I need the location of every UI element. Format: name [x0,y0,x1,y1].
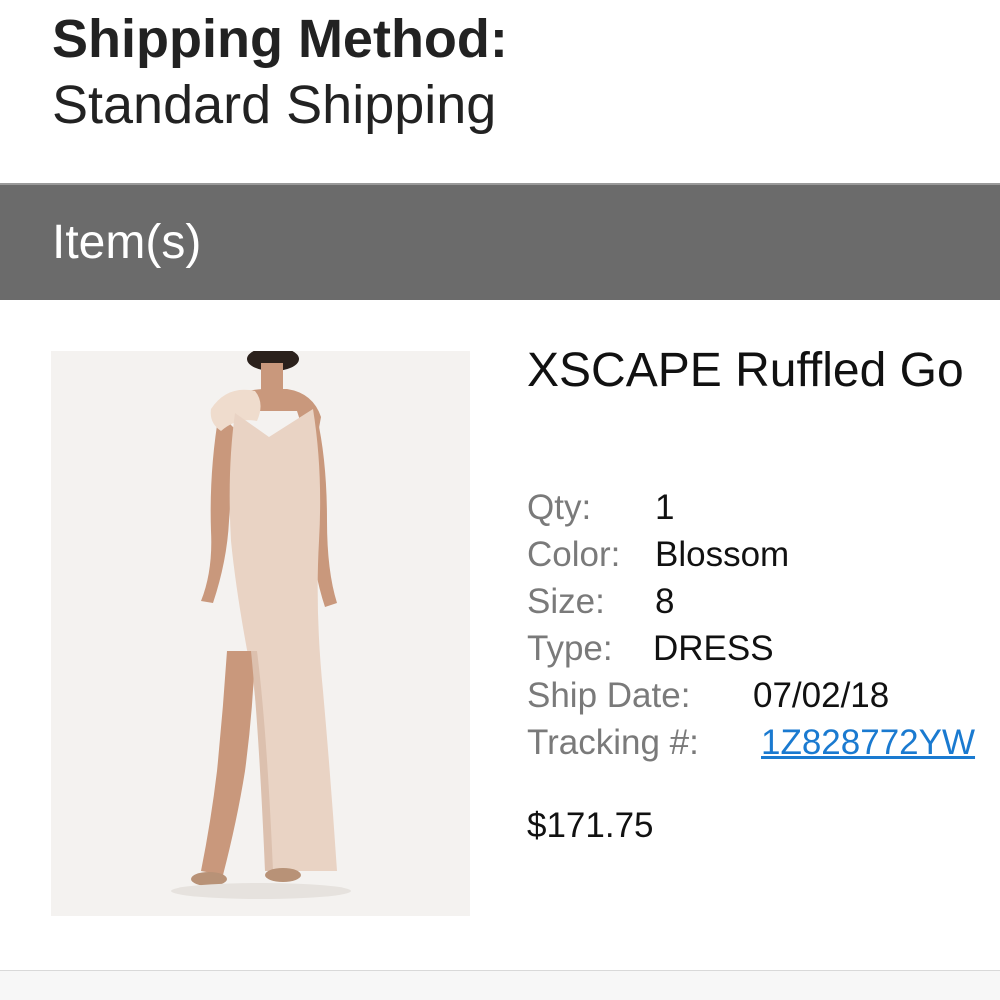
items-section-label: Item(s) [52,216,202,269]
ship-date-value: 07/02/18 [753,676,890,715]
shipping-method-heading: Shipping Method: [52,9,508,69]
tracking-number-link[interactable]: 1Z828772YW [761,719,975,766]
detail-row-color: Color: Blossom [527,531,1000,578]
color-label: Color: [527,535,621,574]
detail-row-ship-date: Ship Date: 07/02/18 [527,672,1000,719]
product-image[interactable] [51,351,470,916]
type-value: DRESS [653,629,774,668]
dress-model-illustration [51,351,470,916]
items-section-header: Item(s) [0,183,1000,300]
tracking-label: Tracking #: [527,723,699,762]
product-title[interactable]: XSCAPE Ruffled Go [527,342,1000,400]
shipping-method-section: Shipping Method: Standard Shipping [52,6,992,138]
type-label: Type: [527,629,613,668]
detail-row-size: Size: 8 [527,578,1000,625]
color-value: Blossom [655,535,790,574]
section-divider [0,970,1000,1000]
shipping-method-value: Standard Shipping [52,75,497,135]
item-price: $171.75 [527,806,654,845]
detail-row-type: Type: DRESS [527,625,1000,672]
detail-row-qty: Qty: 1 [527,484,1000,531]
qty-label: Qty: [527,488,592,527]
size-value: 8 [655,582,675,621]
order-details-page: Shipping Method: Standard Shipping Item(… [0,0,1000,1000]
product-details-list: Qty: 1 Color: Blossom Size: 8 Type: DRESS Sh… [527,484,1000,766]
qty-value: 1 [655,488,675,527]
ship-date-label: Ship Date: [527,676,691,715]
size-label: Size: [527,582,605,621]
detail-row-tracking: Tracking #: 1Z828772YW [527,719,1000,766]
